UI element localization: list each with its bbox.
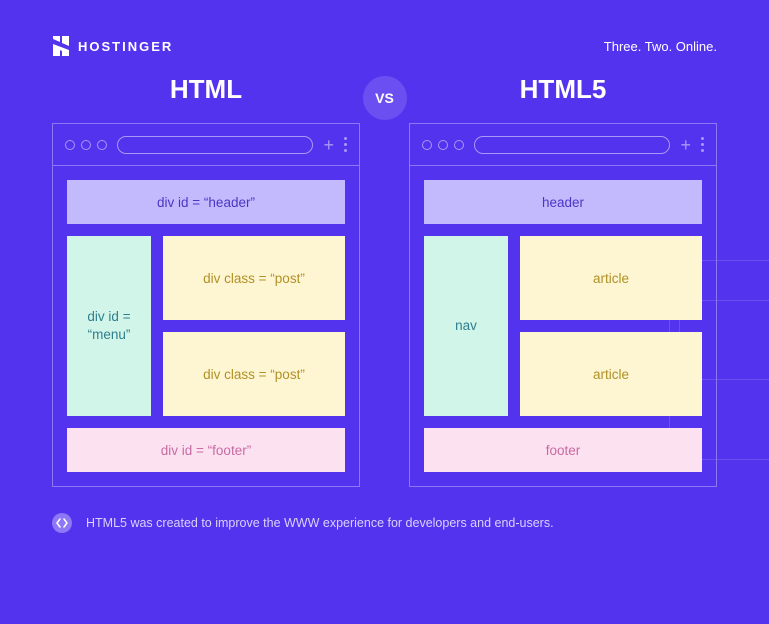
browser-mock-right: + header nav article article footer (409, 123, 717, 487)
window-dot-icon (438, 140, 448, 150)
kebab-menu-icon (344, 137, 347, 152)
footer-box: div id = “footer” (67, 428, 345, 472)
column-title-right: HTML5 (520, 74, 607, 105)
post-box: div class = “post” (163, 236, 345, 320)
page-layout: div id = “header” div id = “menu” div cl… (53, 166, 359, 486)
page-layout: header nav article article footer (410, 166, 716, 486)
column-html5: HTML5 + header nav article article (409, 74, 717, 487)
content-row: nav article article (424, 236, 702, 416)
footnote-row: HTML5 was created to improve the WWW exp… (0, 513, 769, 533)
brand-tagline: Three. Two. Online. (604, 39, 717, 54)
content-row: div id = “menu” div class = “post” div c… (67, 236, 345, 416)
posts-column: article article (520, 236, 702, 416)
browser-chrome: + (410, 124, 716, 166)
top-bar: HOSTINGER Three. Two. Online. (0, 0, 769, 56)
nav-box: nav (424, 236, 508, 416)
header-box: div id = “header” (67, 180, 345, 224)
window-controls (422, 140, 464, 150)
footnote-text: HTML5 was created to improve the WWW exp… (86, 516, 554, 530)
plus-icon: + (323, 136, 334, 154)
footer-box: footer (424, 428, 702, 472)
window-dot-icon (97, 140, 107, 150)
column-title-left: HTML (170, 74, 242, 105)
post-box: div class = “post” (163, 332, 345, 416)
plus-icon: + (680, 136, 691, 154)
window-dot-icon (65, 140, 75, 150)
vs-badge: VS (363, 76, 407, 120)
window-dot-icon (454, 140, 464, 150)
browser-chrome: + (53, 124, 359, 166)
comparison-columns: VS HTML + div id = “header” div id = “me… (0, 74, 769, 487)
article-box: article (520, 236, 702, 320)
hostinger-logo-icon (52, 36, 70, 56)
window-dot-icon (81, 140, 91, 150)
posts-column: div class = “post” div class = “post” (163, 236, 345, 416)
column-html: HTML + div id = “header” div id = “menu”… (52, 74, 360, 487)
article-box: article (520, 332, 702, 416)
code-icon (52, 513, 72, 533)
browser-mock-left: + div id = “header” div id = “menu” div … (52, 123, 360, 487)
url-bar (474, 136, 670, 154)
url-bar (117, 136, 313, 154)
window-controls (65, 140, 107, 150)
kebab-menu-icon (701, 137, 704, 152)
header-box: header (424, 180, 702, 224)
window-dot-icon (422, 140, 432, 150)
nav-box: div id = “menu” (67, 236, 151, 416)
brand-name: HOSTINGER (78, 39, 173, 54)
brand-logo: HOSTINGER (52, 36, 173, 56)
